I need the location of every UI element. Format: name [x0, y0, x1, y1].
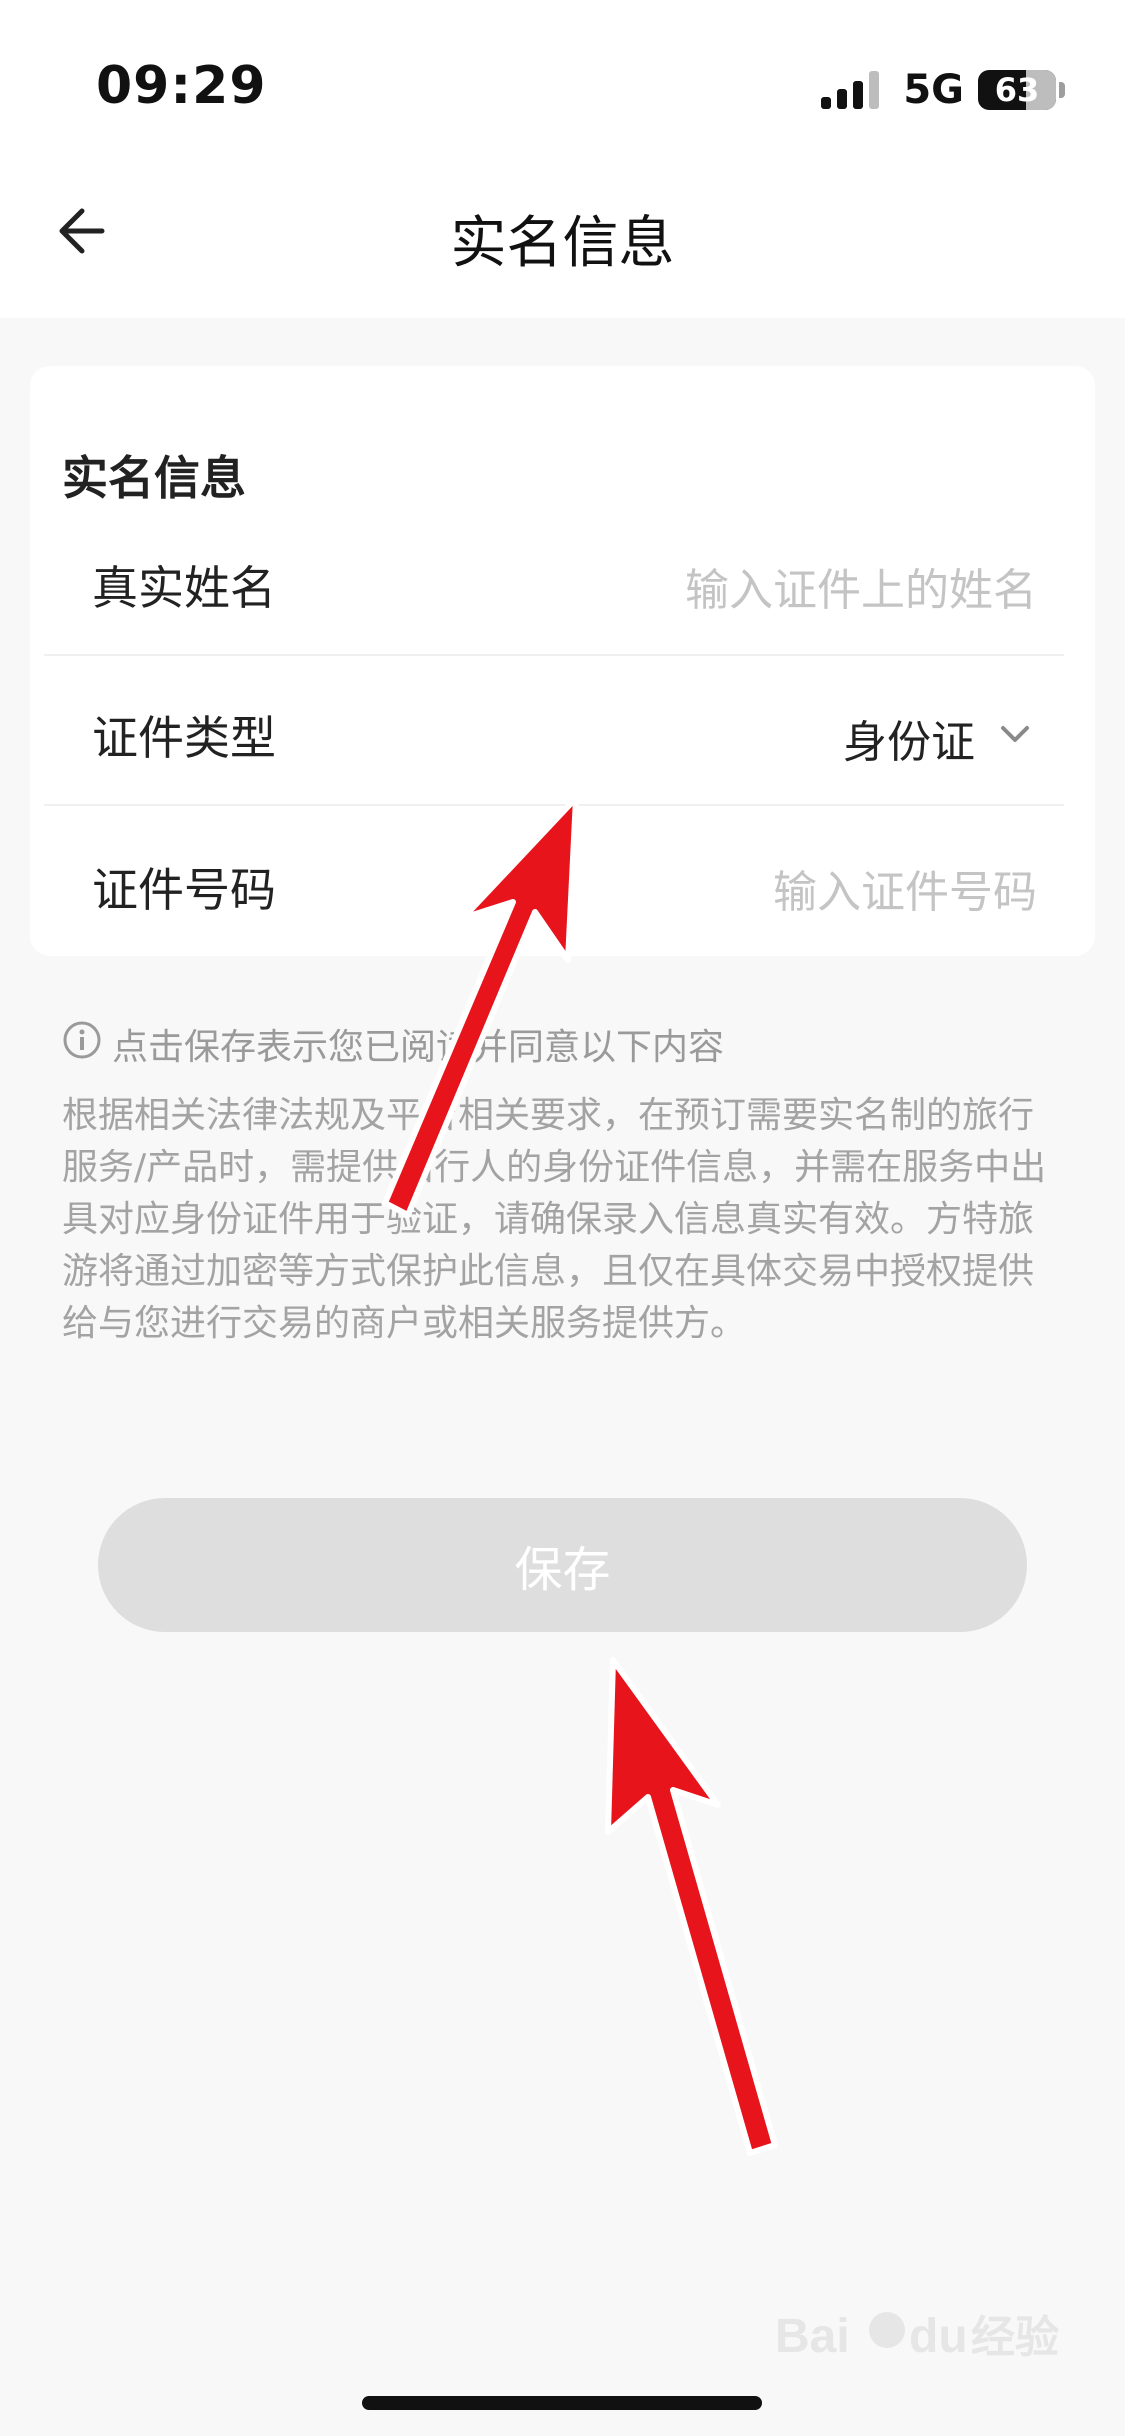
chevron-down-icon[interactable]: [993, 712, 1037, 756]
notice-body: 根据相关法律法规及平台相关要求，在预订需要实名制的旅行服务/产品时，需提供出行人…: [62, 1095, 1047, 1344]
svg-text:经验: 经验: [971, 2312, 1059, 2363]
status-time: 09:29: [96, 56, 267, 116]
name-label: 真实姓名: [92, 561, 276, 615]
status-indicators: 5G 63: [821, 62, 1065, 118]
home-indicator: [362, 2396, 762, 2410]
watermark-logo: Bai du 经验: [775, 2300, 1065, 2381]
signal-icon: [821, 71, 885, 109]
page-title: 实名信息: [450, 211, 675, 276]
divider: [44, 654, 1064, 656]
save-button[interactable]: 保存: [98, 1498, 1027, 1632]
id-number-input[interactable]: 输入证件号码: [773, 856, 1037, 920]
notice-heading: 点击保存表示您已阅读并同意以下内容: [112, 1027, 725, 1068]
id-type-label: 证件类型: [92, 711, 276, 765]
network-label: 5G: [903, 67, 964, 113]
svg-text:Bai: Bai: [775, 2310, 850, 2363]
id-type-select[interactable]: 身份证: [843, 706, 975, 770]
battery-tip: [1059, 82, 1065, 98]
name-input[interactable]: 输入证件上的姓名: [685, 554, 1037, 618]
id-number-label: 证件号码: [92, 863, 276, 917]
svg-text:du: du: [909, 2310, 968, 2363]
section-title: 实名信息: [62, 451, 246, 505]
info-icon: [62, 1020, 102, 1060]
battery-icon: 63: [978, 70, 1056, 110]
battery-level: 63: [994, 71, 1040, 109]
arrow-up-icon: [605, 1657, 778, 2156]
divider: [44, 804, 1064, 806]
